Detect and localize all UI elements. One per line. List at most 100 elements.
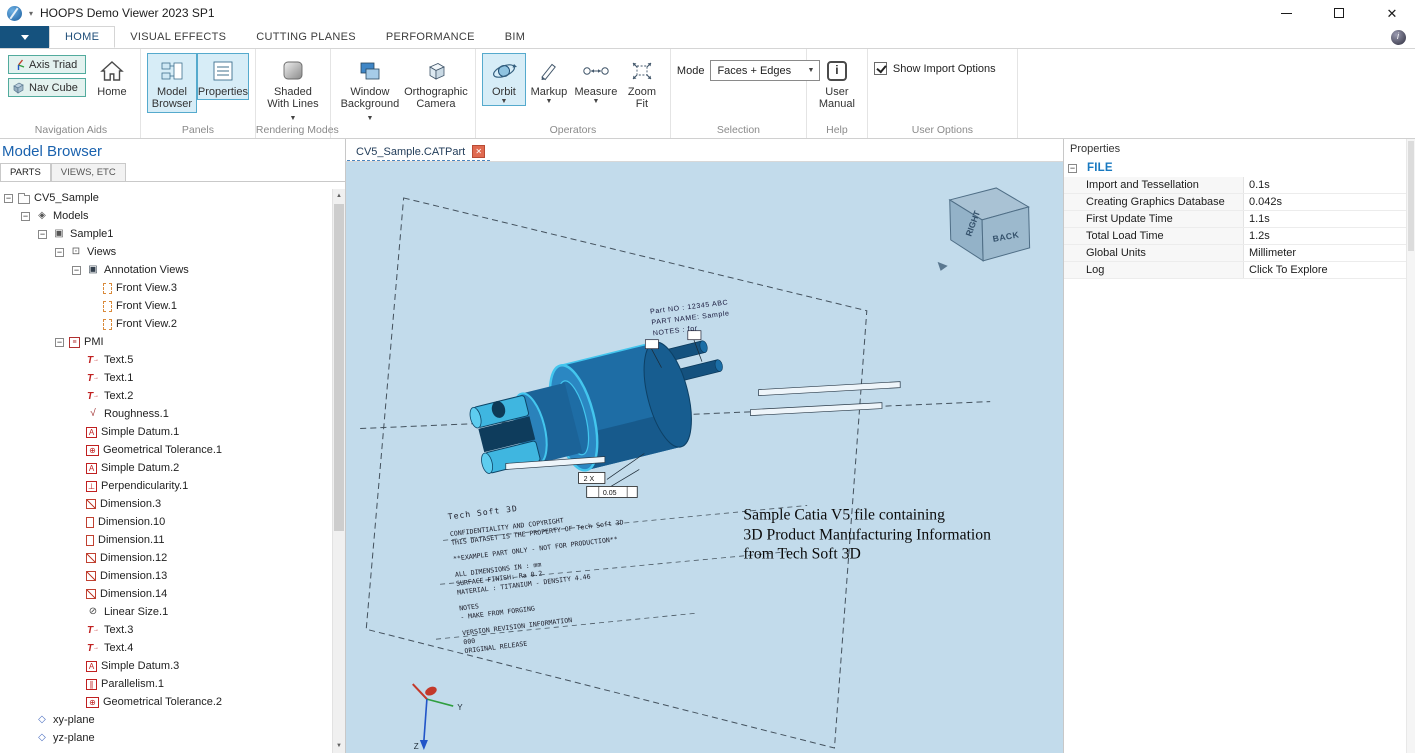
tree-item[interactable]: ⊕Geometrical Tolerance.1 — [0, 441, 332, 459]
property-value[interactable]: 0.042s — [1244, 194, 1415, 210]
tree-item[interactable]: ∥Parallelism.1 — [0, 675, 332, 693]
orthographic-camera-button[interactable]: Orthographic Camera — [403, 53, 469, 113]
viewport-3d[interactable]: 2 X 0.05 Part NO : 12345 ABC PART NAME: … — [346, 161, 1063, 753]
tab-parts[interactable]: PARTS — [0, 163, 51, 181]
nav-cube-toggle[interactable]: Nav Cube — [8, 78, 86, 97]
collapse-icon[interactable]: − — [55, 338, 64, 347]
quick-access-arrow-icon[interactable]: ▾ — [29, 9, 33, 18]
about-icon[interactable] — [1391, 30, 1406, 45]
window-background-button[interactable]: Window Background ▼ — [337, 53, 403, 125]
tree-item-label: Dimension.11 — [98, 534, 164, 546]
tab-bim[interactable]: BIM — [490, 26, 540, 48]
tree-item-label: Text.2 — [104, 390, 133, 402]
expander-icon[interactable]: − — [1068, 164, 1077, 173]
collapse-icon[interactable]: − — [21, 212, 30, 221]
tree-scrollbar[interactable]: ▲ ▼ — [332, 189, 345, 753]
tree-item[interactable]: TText.3 — [0, 621, 332, 639]
tree-item[interactable]: ASimple Datum.2 — [0, 459, 332, 477]
property-value[interactable]: Click To Explore — [1244, 262, 1415, 278]
group-view: Window Background ▼ Orthographic Camera — [331, 49, 476, 138]
shaded-with-lines-button[interactable]: Shaded With Lines ▼ — [262, 53, 324, 125]
home-button[interactable]: Home — [90, 53, 134, 100]
tab-views-etc[interactable]: VIEWS, ETC — [51, 163, 126, 181]
tree-item[interactable]: ⊕Geometrical Tolerance.2 — [0, 693, 332, 711]
tree-item[interactable]: ASimple Datum.1 — [0, 423, 332, 441]
tab-performance[interactable]: PERFORMANCE — [371, 26, 490, 48]
property-value[interactable]: 0.1s — [1244, 177, 1415, 193]
orbit-button[interactable]: Orbit ▼ — [482, 53, 526, 106]
close-button[interactable]: ✕ — [1369, 0, 1415, 26]
axis-triad-toggle[interactable]: Axis Triad — [8, 55, 86, 74]
collapse-icon[interactable]: − — [72, 266, 81, 275]
tree-item[interactable]: TText.5 — [0, 351, 332, 369]
markup-button[interactable]: Markup ▼ — [526, 53, 572, 106]
part-model[interactable] — [463, 328, 739, 494]
properties-button[interactable]: Properties — [197, 53, 249, 100]
collapse-icon[interactable]: − — [38, 230, 47, 239]
tree-item[interactable]: TText.2 — [0, 387, 332, 405]
model-browser-button[interactable]: Model Browser — [147, 53, 197, 113]
tree-item-label: Text.4 — [104, 642, 133, 654]
show-import-options-checkbox[interactable]: Show Import Options — [874, 62, 996, 75]
tree-item[interactable]: Dimension.11 — [0, 531, 332, 549]
properties-group-file[interactable]: − FILE — [1064, 159, 1415, 177]
nav-cube[interactable]: RIGHT BACK — [938, 188, 1030, 271]
tab-visual-effects[interactable]: VISUAL EFFECTS — [115, 26, 241, 48]
tree-item[interactable]: −⊡Views — [0, 243, 332, 261]
tree-item-label: Simple Datum.2 — [101, 462, 179, 474]
tree-item[interactable]: TText.4 — [0, 639, 332, 657]
tree-item[interactable]: −◈Models — [0, 207, 332, 225]
property-value[interactable]: Millimeter — [1244, 245, 1415, 261]
tree-item[interactable]: √Roughness.1 — [0, 405, 332, 423]
tree-item[interactable]: −≡PMI — [0, 333, 332, 351]
properties-scrollbar[interactable] — [1406, 139, 1415, 753]
tree-item[interactable]: Dimension.12 — [0, 549, 332, 567]
property-value[interactable]: 1.1s — [1244, 211, 1415, 227]
markup-label: Markup — [531, 86, 568, 98]
tree-item[interactable]: Dimension.14 — [0, 585, 332, 603]
tree-item-label: Front View.1 — [116, 300, 177, 312]
tab-cutting-planes[interactable]: CUTTING PLANES — [241, 26, 371, 48]
scroll-up-icon[interactable]: ▲ — [333, 189, 345, 203]
tab-close-icon[interactable]: ✕ — [472, 145, 485, 158]
tab-home[interactable]: HOME — [49, 26, 115, 48]
tree-item[interactable]: ASimple Datum.3 — [0, 657, 332, 675]
property-value[interactable]: 1.2s — [1244, 228, 1415, 244]
tree-item[interactable]: TText.1 — [0, 369, 332, 387]
selection-mode-dropdown[interactable]: Faces + Edges ▼ — [710, 60, 820, 81]
file-menu-button[interactable] — [0, 26, 49, 48]
minimize-button[interactable] — [1263, 0, 1309, 26]
scrollbar-thumb[interactable] — [1408, 141, 1414, 251]
tree-item[interactable]: Dimension.10 — [0, 513, 332, 531]
tree-item[interactable]: −▣Annotation Views — [0, 261, 332, 279]
document-tab-label: CV5_Sample.CATPart — [356, 146, 465, 158]
tree-item[interactable]: ◇xy-plane — [0, 711, 332, 729]
mode-label: Mode — [677, 65, 705, 77]
group-caption: User Options — [868, 124, 1017, 136]
tree-item[interactable]: ⊘Linear Size.1 — [0, 603, 332, 621]
home-icon — [100, 60, 124, 82]
user-manual-button[interactable]: User Manual — [813, 53, 861, 113]
tree-item[interactable]: Front View.2 — [0, 315, 332, 333]
chevron-down-icon: ▼ — [545, 100, 552, 104]
3d-scene[interactable]: 2 X 0.05 Part NO : 12345 ABC PART NAME: … — [346, 162, 1063, 753]
measure-button[interactable]: Measure ▼ — [572, 53, 620, 106]
zoom-fit-button[interactable]: Zoom Fit — [620, 53, 664, 113]
collapse-icon[interactable]: − — [55, 248, 64, 257]
tree-item[interactable]: Dimension.3 — [0, 495, 332, 513]
tree-item[interactable]: Dimension.13 — [0, 567, 332, 585]
group-caption: Help — [807, 124, 867, 136]
tree-item[interactable]: ◇yz-plane — [0, 729, 332, 747]
scrollbar-thumb[interactable] — [334, 204, 344, 531]
maximize-button[interactable] — [1316, 0, 1362, 26]
tree-item[interactable]: ⊥Perpendicularity.1 — [0, 477, 332, 495]
tree-item[interactable]: −▣Sample1 — [0, 225, 332, 243]
tree-item[interactable]: Front View.1 — [0, 297, 332, 315]
document-tab[interactable]: CV5_Sample.CATPart ✕ — [347, 143, 490, 161]
nav-cube-corner-marker[interactable] — [938, 262, 948, 271]
collapse-icon[interactable]: − — [4, 194, 13, 203]
scroll-down-icon[interactable]: ▼ — [333, 739, 345, 753]
tree-item[interactable]: Front View.3 — [0, 279, 332, 297]
views-icon: ⊡ — [69, 246, 83, 259]
tree-item[interactable]: −CV5_Sample — [0, 189, 332, 207]
